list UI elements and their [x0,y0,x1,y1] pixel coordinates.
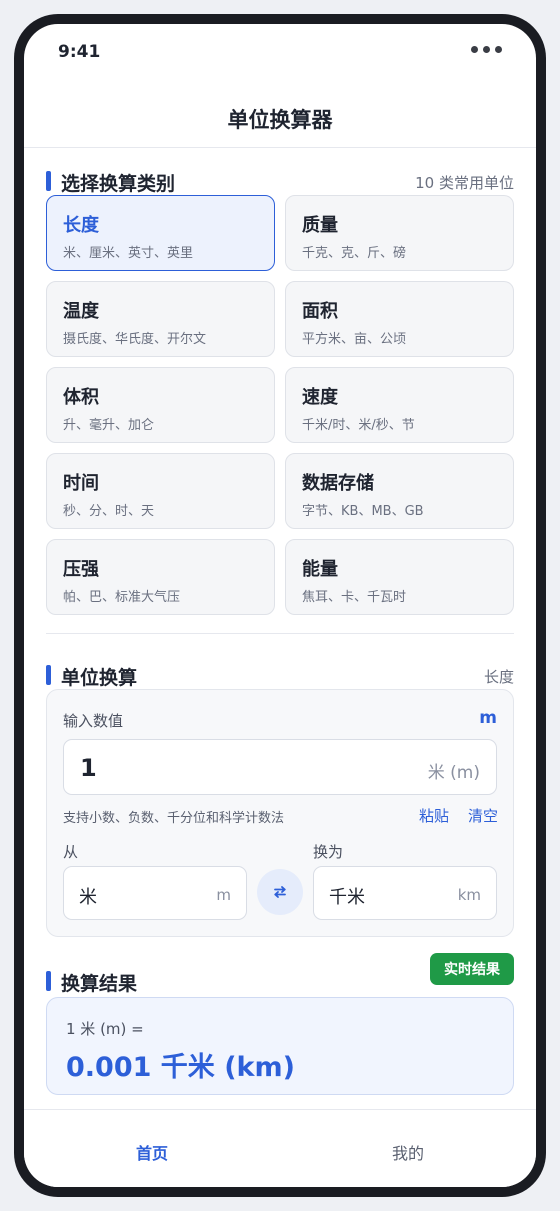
category-units: 升、毫升、加仑 [63,418,155,433]
value-unit-suffix: 米 (m) [427,763,480,783]
category-card-energy[interactable]: 能量 焦耳、卡、千瓦时 [285,539,514,615]
category-card-data-storage[interactable]: 数据存储 字节、KB、MB、GB [285,453,514,529]
phone-frame: 9:41 单位换算器 选择换算类别 10 类常用单位 长度 米、厘米、英寸、英里… [14,14,546,1197]
paste-button[interactable]: 粘贴 [419,805,449,826]
category-card-volume[interactable]: 体积 升、毫升、加仑 [46,367,275,443]
category-units: 帕、巴、标准大气压 [63,590,181,605]
to-unit-select[interactable]: 千米 km [313,866,497,920]
dot [471,46,478,53]
header-divider [24,147,536,148]
result-card: 1 米 (m) = 0.001 千米 (km) [46,997,514,1095]
clear-button[interactable]: 清空 [468,805,498,826]
current-category-label: 长度 [483,668,514,686]
category-units: 米、厘米、英寸、英里 [63,246,194,261]
input-unit-tag: m [479,708,497,728]
section-divider [46,633,514,634]
result-value: 0.001 千米 (km) [66,1052,295,1083]
category-name: 温度 [63,301,99,322]
category-card-speed[interactable]: 速度 千米/时、米/秒、节 [285,367,514,443]
live-result-badge: 实时结果 [430,953,514,985]
swap-units-button[interactable] [257,869,303,915]
category-units: 摄氏度、华氏度、开尔文 [63,332,207,347]
swap-arrows-icon [274,886,286,898]
converter-panel: 输入数值 m 米 (m) 支持小数、负数、千分位和科学计数法 粘贴 清空 从 换… [46,689,514,937]
dot [483,46,490,53]
more-dots-icon[interactable] [471,46,502,53]
category-section-title: 选择换算类别 [61,173,176,195]
to-unit-name: 千米 [329,887,365,908]
category-units: 千克、克、斤、磅 [302,246,407,261]
page-title: 单位换算器 [227,108,333,132]
from-unit-select[interactable]: 米 m [63,866,247,920]
category-units: 字节、KB、MB、GB [302,504,424,519]
result-section-title: 换算结果 [61,973,138,995]
category-card-mass[interactable]: 质量 千克、克、斤、磅 [285,195,514,271]
app-screen: 9:41 单位换算器 选择换算类别 10 类常用单位 长度 米、厘米、英寸、英里… [24,24,536,1187]
converter-section-header: 单位换算 长度 [46,663,514,689]
category-units: 平方米、亩、公顷 [302,332,407,347]
section-accent-bar [46,971,51,991]
category-name: 面积 [302,301,338,322]
to-label: 换为 [313,843,344,861]
value-input[interactable] [80,754,380,782]
category-card-area[interactable]: 面积 平方米、亩、公顷 [285,281,514,357]
result-expression: 1 米 (m) = [66,1020,144,1038]
tab-home[interactable]: 首页 [24,1140,280,1164]
category-name: 数据存储 [302,473,374,494]
from-unit-name: 米 [79,887,97,908]
category-name: 时间 [63,473,99,494]
from-label: 从 [63,843,79,861]
converter-section-title: 单位换算 [61,667,138,689]
input-label: 输入数值 [63,712,124,730]
category-name: 能量 [302,559,338,580]
category-units: 秒、分、时、天 [63,504,155,519]
category-name: 质量 [302,215,338,236]
value-input-box[interactable]: 米 (m) [63,739,497,795]
category-count-note: 10 类常用单位 [415,174,514,192]
dot [495,46,502,53]
category-units: 千米/时、米/秒、节 [302,418,415,433]
category-card-length[interactable]: 长度 米、厘米、英寸、英里 [46,195,275,271]
category-name: 速度 [302,387,338,408]
to-unit-symbol: km [457,886,481,904]
section-accent-bar [46,171,51,191]
from-unit-symbol: m [216,886,231,904]
input-hint: 支持小数、负数、千分位和科学计数法 [63,811,285,826]
category-section-header: 选择换算类别 10 类常用单位 [46,169,514,195]
category-name: 压强 [63,559,99,580]
tab-mine[interactable]: 我的 [280,1140,536,1164]
category-card-temperature[interactable]: 温度 摄氏度、华氏度、开尔文 [46,281,275,357]
section-accent-bar [46,665,51,685]
category-card-pressure[interactable]: 压强 帕、巴、标准大气压 [46,539,275,615]
bottom-tab-bar: 首页 我的 [24,1109,536,1187]
category-units: 焦耳、卡、千瓦时 [302,590,407,605]
category-name: 体积 [63,387,99,408]
category-name: 长度 [63,215,99,236]
status-time: 9:41 [58,42,101,62]
category-card-time[interactable]: 时间 秒、分、时、天 [46,453,275,529]
status-bar: 9:41 [24,24,536,80]
